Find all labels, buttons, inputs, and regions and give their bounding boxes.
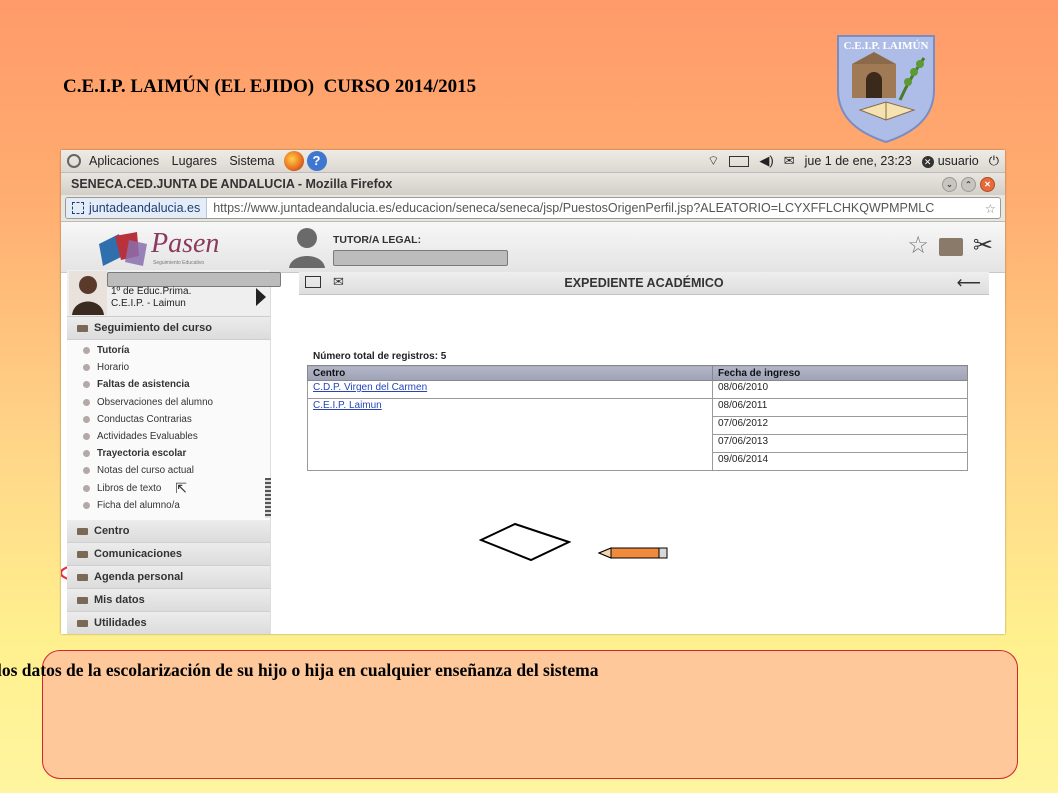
caption-clip: escolar, pueden acceder a los datos de l… — [0, 0, 1058, 793]
caption-text: escolar, pueden acceder a los datos de l… — [0, 660, 599, 680]
